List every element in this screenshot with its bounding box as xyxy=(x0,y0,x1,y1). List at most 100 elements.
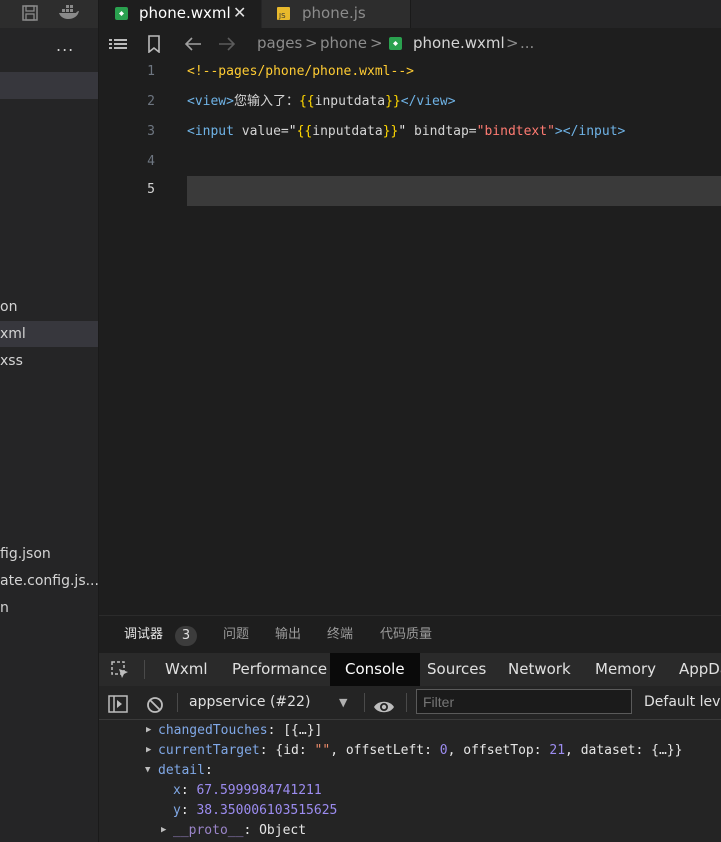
selected-folder-row[interactable] xyxy=(0,72,98,99)
line-number: 1 xyxy=(147,64,155,79)
tab-output[interactable]: 输出 xyxy=(275,616,301,654)
file-item-misc[interactable]: n xyxy=(0,595,98,621)
js-file-icon: JS xyxy=(277,7,290,20)
property-key: __proto__ xyxy=(173,823,244,838)
property-key: offsetTop xyxy=(463,743,534,758)
toolbar-divider xyxy=(177,693,178,712)
console-line-detail-y: y: 38.350006103515625 xyxy=(173,803,338,818)
code-brace: }} xyxy=(385,94,401,109)
console-line-detail[interactable]: detail: xyxy=(158,761,213,781)
file-item-config-json[interactable]: fig.json xyxy=(0,541,98,567)
forward-arrow-icon[interactable] xyxy=(217,28,237,58)
file-item-label: xss xyxy=(0,353,23,369)
property-value: Object xyxy=(259,823,307,838)
property-key: x xyxy=(173,783,181,798)
expand-triangle-icon[interactable]: ▶ xyxy=(146,745,151,755)
code-attr: value= xyxy=(233,124,289,139)
file-item-json[interactable]: on xyxy=(0,294,98,320)
code-line-1: <!--pages/phone/phone.wxml--> xyxy=(187,58,414,88)
log-levels-dropdown[interactable]: Default leve xyxy=(644,686,721,719)
tab-label: phone.wxml xyxy=(139,4,231,22)
tab-performance[interactable]: Performance xyxy=(232,653,327,686)
explorer-sidebar: ... on xml xss fig.json ate.config.js...… xyxy=(0,0,99,842)
tab-memory[interactable]: Memory xyxy=(595,653,656,686)
breadcrumb: pages > phone > phone.wxml > ... xyxy=(99,28,721,58)
breadcrumb-pages[interactable]: pages xyxy=(257,28,302,58)
current-line-highlight xyxy=(187,176,721,206)
tab-phone-wxml[interactable]: phone.wxml ✕ xyxy=(99,0,261,28)
wxml-file-icon xyxy=(115,7,128,20)
code-expression: inputdata xyxy=(314,94,386,109)
more-actions-icon[interactable]: ... xyxy=(56,36,74,55)
devtools-tab-bar: Wxml Performance Console Sources Network… xyxy=(99,653,721,687)
line-number: 3 xyxy=(147,124,155,139)
tab-code-quality[interactable]: 代码质量 xyxy=(380,616,432,654)
file-item-label: fig.json xyxy=(0,546,51,562)
expand-triangle-icon[interactable]: ▶ xyxy=(146,725,151,735)
code-string: "bindtext" xyxy=(476,124,555,139)
property-value: 21 xyxy=(549,743,566,758)
file-item-private-config[interactable]: ate.config.js... xyxy=(0,568,98,594)
chevron-down-icon[interactable]: ▼ xyxy=(339,686,347,719)
code-attr: bindtap= xyxy=(406,124,477,139)
close-tab-icon[interactable]: ✕ xyxy=(233,0,246,26)
file-item-wxss[interactable]: xss xyxy=(0,348,98,374)
console-line-changed-touches[interactable]: changedTouches: [{…}] xyxy=(158,721,322,741)
file-item-label: n xyxy=(0,600,9,616)
console-line-current-target[interactable]: currentTarget: {id: "", offsetLeft: 0, o… xyxy=(158,741,682,761)
file-item-label: on xyxy=(0,299,18,315)
breadcrumb-phone[interactable]: phone xyxy=(320,28,367,58)
line-number: 2 xyxy=(147,94,155,109)
breadcrumb-separator: > xyxy=(506,34,519,52)
back-arrow-icon[interactable] xyxy=(183,28,203,58)
tab-console[interactable]: Console xyxy=(330,653,420,686)
breadcrumb-separator: > xyxy=(305,34,318,52)
tab-problems[interactable]: 问题 xyxy=(223,616,249,654)
code-editor[interactable]: 1 2 3 4 5 <!--pages/phone/phone.wxml--> … xyxy=(99,58,721,614)
debugger-panel-tabs: 调试器 3 问题 输出 终端 代码质量 xyxy=(99,615,721,654)
outline-icon[interactable] xyxy=(108,28,128,58)
property-key: dataset xyxy=(580,743,636,758)
tab-label: phone.js xyxy=(302,4,366,22)
tab-terminal[interactable]: 终端 xyxy=(327,616,353,654)
property-key: y xyxy=(173,803,181,818)
code-tag: </view> xyxy=(400,94,456,109)
code-brace: {{ xyxy=(298,94,315,109)
tab-wxml[interactable]: Wxml xyxy=(165,653,208,686)
code-expression: inputdata xyxy=(312,124,383,139)
property-value: 67.5999984741211 xyxy=(196,783,322,798)
save-icon[interactable] xyxy=(20,4,40,24)
context-selector[interactable]: appservice (#22) xyxy=(189,686,310,719)
expand-triangle-icon[interactable]: ▶ xyxy=(161,825,166,835)
property-value: {…}} xyxy=(651,743,683,758)
code-tag: <view> xyxy=(187,94,234,109)
toolbar-divider xyxy=(144,660,145,679)
svg-text:JS: JS xyxy=(278,12,286,20)
bookmark-icon[interactable] xyxy=(147,28,161,58)
console-line-proto[interactable]: __proto__: Object xyxy=(173,821,306,841)
console-filter-input[interactable] xyxy=(416,689,632,714)
property-key: id xyxy=(283,743,299,758)
code-comment: <!--pages/phone/phone.wxml--> xyxy=(187,64,414,79)
code-text: 您输入了： xyxy=(233,94,299,109)
console-toolbar: appservice (#22) ▼ Default leve xyxy=(99,686,721,720)
code-quote: " xyxy=(398,124,407,139)
property-key: changedTouches xyxy=(158,723,268,738)
breadcrumb-separator: > xyxy=(370,34,383,52)
tab-debugger[interactable]: 调试器 xyxy=(124,616,163,654)
breadcrumb-file[interactable]: phone.wxml xyxy=(413,28,505,58)
file-item-wxml[interactable]: xml xyxy=(0,321,98,347)
inspect-element-icon[interactable] xyxy=(110,659,130,679)
tab-appdata[interactable]: AppDa xyxy=(679,653,721,686)
property-value: 0 xyxy=(439,743,448,758)
collapse-triangle-icon[interactable]: ▼ xyxy=(145,765,150,775)
breadcrumb-more[interactable]: ... xyxy=(520,28,534,58)
tab-network[interactable]: Network xyxy=(508,653,571,686)
tab-phone-js[interactable]: JS phone.js xyxy=(262,0,411,28)
code-brace: }} xyxy=(382,124,399,139)
docker-icon[interactable] xyxy=(58,4,79,24)
tab-sources[interactable]: Sources xyxy=(427,653,486,686)
property-value: [{…}] xyxy=(283,723,323,738)
code-line-3: <input value="{{inputdata}}" bindtap="bi… xyxy=(187,118,625,148)
wxml-file-icon xyxy=(388,28,403,58)
